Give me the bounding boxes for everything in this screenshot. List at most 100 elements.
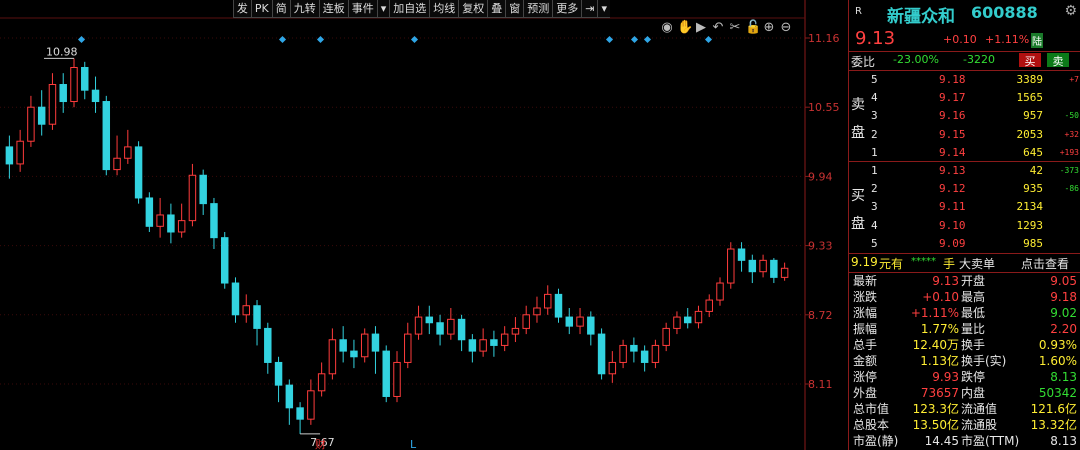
stat-label: 总股本 [853,418,890,432]
stock-name: 新疆众和 [887,7,955,27]
stat-label: 总市值 [853,402,890,416]
stat-label: 市盈(TTM) [961,434,1020,448]
level-price: 9.17 [939,91,966,105]
toolbar-item-6[interactable]: ▾ [376,0,390,18]
toolbar-item-13[interactable]: 更多 [552,0,582,18]
undo-icon[interactable]: ↶ [711,20,725,35]
gear-icon[interactable]: ⚙ [1064,3,1077,19]
stat-value: 9.05 [1050,274,1077,288]
stat-label: 振幅 [853,322,878,336]
toolbar-item-5[interactable]: 事件 [347,0,377,18]
candle-body [220,237,229,284]
candle-body [759,259,767,273]
toolbar-item-7[interactable]: 加自选 [389,0,430,18]
high-label: 10.98 [46,45,77,58]
ask-level-5[interactable]: 5 9.18 3389 +7 [849,71,1080,89]
event-marker [630,35,639,44]
level-index: 3 [871,109,878,123]
big-order-row[interactable]: 9.19 元有 ***** 手 大卖单 点击查看 [849,255,1080,271]
candle-body [511,327,520,335]
toolbar-item-15[interactable]: ▾ [597,0,610,18]
sell-button[interactable]: 卖 [1047,53,1069,68]
bid-level-2[interactable]: 2 9.12 935 -86 [849,180,1080,198]
bid-level-4[interactable]: 4 9.10 1293 [849,217,1080,235]
candle-body [145,197,154,227]
stat-label: 量比 [961,322,986,336]
stat-value: 13.50亿 [912,418,959,432]
level-index: 1 [871,164,878,177]
event-marker [77,35,86,44]
event-marker [704,35,713,44]
event-marker [643,35,652,44]
stat-row: 涨幅 +1.11% 最低 9.02 [849,305,1080,321]
bid-level-1[interactable]: 1 9.13 42 -373 [849,162,1080,180]
stat-row: 振幅 1.77% 量比 2.20 [849,321,1080,337]
candle-body [500,333,509,346]
toolbar-item-11[interactable]: 窗 [505,0,524,18]
toolbar-item-9[interactable]: 复权 [458,0,488,18]
candle-body [533,307,541,316]
scissors-icon[interactable]: ✂ [728,20,742,35]
level-index: 2 [871,182,878,196]
level-index: 5 [871,236,878,250]
candle-body [748,259,757,273]
candle-body [404,333,412,363]
toolbar-item-10[interactable]: 叠 [487,0,506,18]
level-volume: 3389 [1016,73,1044,86]
kline-chart[interactable]: 11.16 10.55 9.94 9.33 8.72 8.11 10.98 7.67 财 L 发P… [0,0,846,450]
ask-level-1[interactable]: 1 9.14 645 +193 [849,144,1080,162]
buy-button[interactable]: 买 [1019,53,1041,68]
candle-body [317,373,326,392]
level-price: 9.15 [939,127,966,141]
toolbar-item-0[interactable]: 发 [232,0,251,18]
zoom-out-icon[interactable]: ⊖ [779,20,793,35]
candle-body [156,214,164,227]
big-order-price: 9.19 [851,255,878,269]
toolbar-item-12[interactable]: 预测 [523,0,553,18]
ask-level-2[interactable]: 2 9.15 2053 +32 [849,126,1080,144]
candlestick-plot[interactable]: 11.1610.559.949.338.728.1110.987.67财 L [0,0,846,450]
level-change: -373 [1059,166,1079,175]
finance-marker: 财 [315,437,326,450]
stat-row: 总市值 123.3亿 流通值 121.6亿 [849,401,1080,417]
y-tick-label: 10.55 [808,101,840,114]
play-icon[interactable]: ▶ [694,20,708,35]
stat-value: 2.20 [1050,322,1077,336]
hand-icon[interactable]: ✋ [677,20,693,35]
toolbar-item-8[interactable]: 均线 [429,0,459,18]
toolbar-item-3[interactable]: 九转 [289,0,319,18]
ask-level-3[interactable]: 3 9.16 957 -50 [849,107,1080,125]
zoom-in-icon[interactable]: ⊕ [762,20,776,35]
chart-toolbar: 发 PK 简九转 连板 事件 ▾ 加自选 均线 复权叠窗预测 更多 ⇥ ▾ [232,0,610,18]
candle-body [242,305,250,316]
toolbar-item-14[interactable]: ⇥ [581,0,598,18]
candle-body [177,220,186,233]
candle-body [124,146,132,159]
candle-body [662,327,670,346]
candle-body [134,146,143,199]
candle-body [608,361,617,375]
toolbar-item-4[interactable]: 连板 [318,0,348,18]
ask-level-4[interactable]: 4 9.17 1565 [849,89,1080,107]
candle-body [576,316,584,327]
candle-body [630,344,638,352]
candle-body [37,106,46,125]
lock-icon[interactable]: 🔓 [745,20,761,35]
big-order-stars: ***** [911,256,936,267]
eye-icon[interactable]: ◉ [660,20,674,35]
level-change: -86 [1064,184,1079,194]
toolbar-item-2[interactable]: 简 [271,0,290,18]
bid-level-3[interactable]: 3 9.11 2134 [849,198,1080,216]
stat-label: 最新 [853,274,878,288]
big-order-view-link[interactable]: 点击查看 [1021,255,1069,272]
y-tick-label: 8.11 [808,378,833,391]
candle-body [328,339,337,375]
bid-level-5[interactable]: 5 9.09 985 [849,235,1080,253]
y-tick-label: 11.16 [808,32,840,45]
toolbar-item-1[interactable]: PK [250,0,272,18]
level-volume: 2134 [1016,200,1044,214]
stat-label: 流通股 [961,418,998,432]
stat-label: 涨停 [853,370,878,384]
stat-value: 73657 [920,386,959,400]
candle-body [113,157,121,171]
